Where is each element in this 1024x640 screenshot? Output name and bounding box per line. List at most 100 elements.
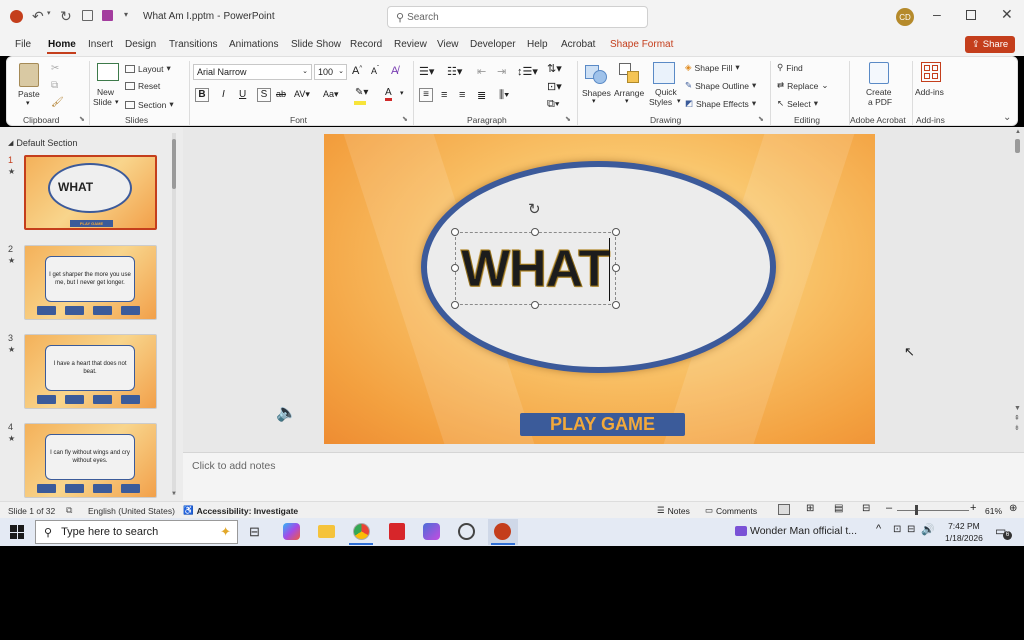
redo-icon[interactable]: ↻ <box>60 8 72 25</box>
arrange-dropdown-icon[interactable]: ▾ <box>625 97 629 105</box>
resize-handle[interactable] <box>451 264 459 272</box>
slide-thumbnail-4[interactable]: I can fly without wings and cry without … <box>24 423 157 498</box>
tab-developer[interactable]: Developer <box>470 39 516 50</box>
align-center-icon[interactable]: ≡ <box>441 89 447 101</box>
zoom-slider[interactable] <box>897 510 969 511</box>
new-slide-label-1[interactable]: New <box>97 87 114 97</box>
clock[interactable]: 7:42 PM 1/18/2026 <box>945 520 983 544</box>
line-spacing-icon[interactable]: ↕☰▾ <box>517 65 538 78</box>
tab-view[interactable]: View <box>437 39 459 50</box>
new-slide-label-2[interactable]: Slide <box>93 97 112 107</box>
create-pdf-label-1[interactable]: Create <box>866 87 892 97</box>
reset-button[interactable]: Reset <box>125 81 160 91</box>
tab-slide-show[interactable]: Slide Show <box>291 39 341 50</box>
powerpoint-taskbar-icon[interactable] <box>494 523 511 540</box>
quick-styles-icon[interactable] <box>653 62 675 84</box>
tab-home[interactable]: Home <box>48 39 76 50</box>
task-view-icon[interactable]: ⊟ <box>249 524 260 540</box>
notes-placeholder[interactable]: Click to add notes <box>192 460 275 472</box>
normal-view-icon[interactable] <box>778 504 790 515</box>
slide-thumbnail-2[interactable]: I get sharper the more you use me, but I… <box>24 245 157 320</box>
presentation-icon[interactable] <box>82 10 93 21</box>
collapse-ribbon-icon[interactable]: ⌄ <box>1003 112 1011 123</box>
paste-dropdown-icon[interactable]: ▾ <box>26 99 30 107</box>
file-explorer-icon[interactable] <box>318 525 335 538</box>
undo-dropdown-icon[interactable]: ▾ <box>47 9 51 17</box>
font-color-icon[interactable]: A <box>385 87 392 101</box>
minimize-icon[interactable]: – <box>933 6 941 22</box>
tab-acrobat[interactable]: Acrobat <box>561 39 595 50</box>
tab-design[interactable]: Design <box>125 39 156 50</box>
arrange-icon[interactable] <box>619 63 641 85</box>
layout-button[interactable]: Layout ▾ <box>125 63 171 74</box>
resize-handle[interactable] <box>451 301 459 309</box>
tab-record[interactable]: Record <box>350 39 382 50</box>
scroll-up-icon[interactable]: ▲ <box>1015 129 1021 135</box>
character-spacing-icon[interactable]: AV▾ <box>294 89 310 100</box>
increase-indent-icon[interactable]: ⇥ <box>497 65 506 78</box>
customize-toolbar-icon[interactable]: ▾ <box>124 10 128 19</box>
resize-handle[interactable] <box>451 228 459 236</box>
zoom-level[interactable]: 61% <box>985 506 1002 516</box>
add-ins-label[interactable]: Add-ins <box>915 87 944 97</box>
copy-icon[interactable]: ⧉ <box>51 80 58 91</box>
cut-icon[interactable]: ✂ <box>51 63 59 74</box>
paragraph-launcher-icon[interactable]: ⬊ <box>565 115 571 123</box>
chrome-icon[interactable] <box>353 523 370 540</box>
quick-styles-label-2[interactable]: Styles <box>649 97 672 107</box>
spellcheck-icon[interactable]: ⧉ <box>66 505 72 516</box>
accessibility-button[interactable]: ♿ Accessibility: Investigate <box>183 505 298 516</box>
copilot-icon[interactable] <box>283 523 300 540</box>
tab-animations[interactable]: Animations <box>229 39 278 50</box>
select-button[interactable]: ↖ Select ▾ <box>777 98 818 109</box>
network-icon[interactable]: ⊟ <box>907 524 915 535</box>
show-hidden-icons[interactable]: ^ <box>876 523 881 535</box>
save-icon[interactable] <box>102 10 113 21</box>
language-label[interactable]: English (United States) <box>88 506 175 516</box>
scrollbar-thumb[interactable] <box>172 139 176 189</box>
shapes-label[interactable]: Shapes <box>582 88 611 98</box>
restore-icon[interactable] <box>966 10 976 20</box>
obs-icon[interactable] <box>458 523 475 540</box>
slideshow-view-icon[interactable]: ⊟ <box>862 503 870 514</box>
font-name-select[interactable]: Arial Narrow ⌄ <box>193 64 312 80</box>
tab-insert[interactable]: Insert <box>88 39 113 50</box>
slide-thumbnail-1[interactable]: WHAT PLAY GAME <box>24 155 157 230</box>
slide-nav-arrows[interactable]: ▼ ⇞ ⇟ <box>1014 404 1021 434</box>
taskbar-search-box[interactable]: ⚲ Type here to search ✦ <box>35 520 238 544</box>
decrease-indent-icon[interactable]: ⇤ <box>477 65 486 78</box>
create-pdf-icon[interactable] <box>869 62 889 84</box>
font-launcher-icon[interactable]: ⬊ <box>402 115 408 123</box>
resize-handle[interactable] <box>531 301 539 309</box>
windows-start-icon[interactable] <box>10 525 24 539</box>
quick-styles-label-1[interactable]: Quick <box>655 87 677 97</box>
increase-font-icon[interactable]: A^ <box>352 65 362 77</box>
fit-to-window-icon[interactable]: ⊕ <box>1009 503 1017 514</box>
create-pdf-label-2[interactable]: a PDF <box>868 97 892 107</box>
undo-icon[interactable]: ↶ <box>32 8 44 25</box>
audio-speaker-icon[interactable]: 🔈 <box>276 403 297 423</box>
add-ins-icon[interactable] <box>921 62 941 82</box>
align-right-icon[interactable]: ≡ <box>459 89 465 101</box>
rotate-handle-icon[interactable]: ↻ <box>528 200 541 218</box>
thumbnail-scrollbar[interactable] <box>172 133 176 495</box>
text-shadow-icon[interactable]: S <box>257 88 271 102</box>
slide-sorter-icon[interactable]: ⊞ <box>806 503 814 514</box>
align-text-icon[interactable]: ⊡▾ <box>547 80 562 93</box>
shapes-dropdown-icon[interactable]: ▾ <box>592 97 596 105</box>
zoom-in-icon[interactable]: + <box>970 502 976 514</box>
arrange-label[interactable]: Arrange <box>614 88 644 98</box>
zoom-slider-thumb[interactable] <box>915 505 918 515</box>
numbering-icon[interactable]: ☷▾ <box>447 65 462 78</box>
shape-fill-button[interactable]: ◈ Shape Fill ▾ <box>685 62 740 73</box>
clear-formatting-icon[interactable]: A̸ <box>391 65 398 77</box>
shape-effects-button[interactable]: ◩ Shape Effects ▾ <box>685 98 756 109</box>
main-scrollbar[interactable]: ▲ <box>1015 129 1021 441</box>
scroll-down-icon[interactable]: ▼ <box>171 491 177 497</box>
slide-thumbnail-3[interactable]: I have a heart that does not beat. <box>24 334 157 409</box>
new-slide-icon[interactable] <box>97 63 119 81</box>
format-painter-icon[interactable]: 🖌 <box>51 97 64 108</box>
font-color-dropdown-icon[interactable]: ▾ <box>400 89 404 97</box>
find-button[interactable]: ⚲ Find <box>777 62 803 73</box>
paste-icon[interactable] <box>19 63 39 87</box>
